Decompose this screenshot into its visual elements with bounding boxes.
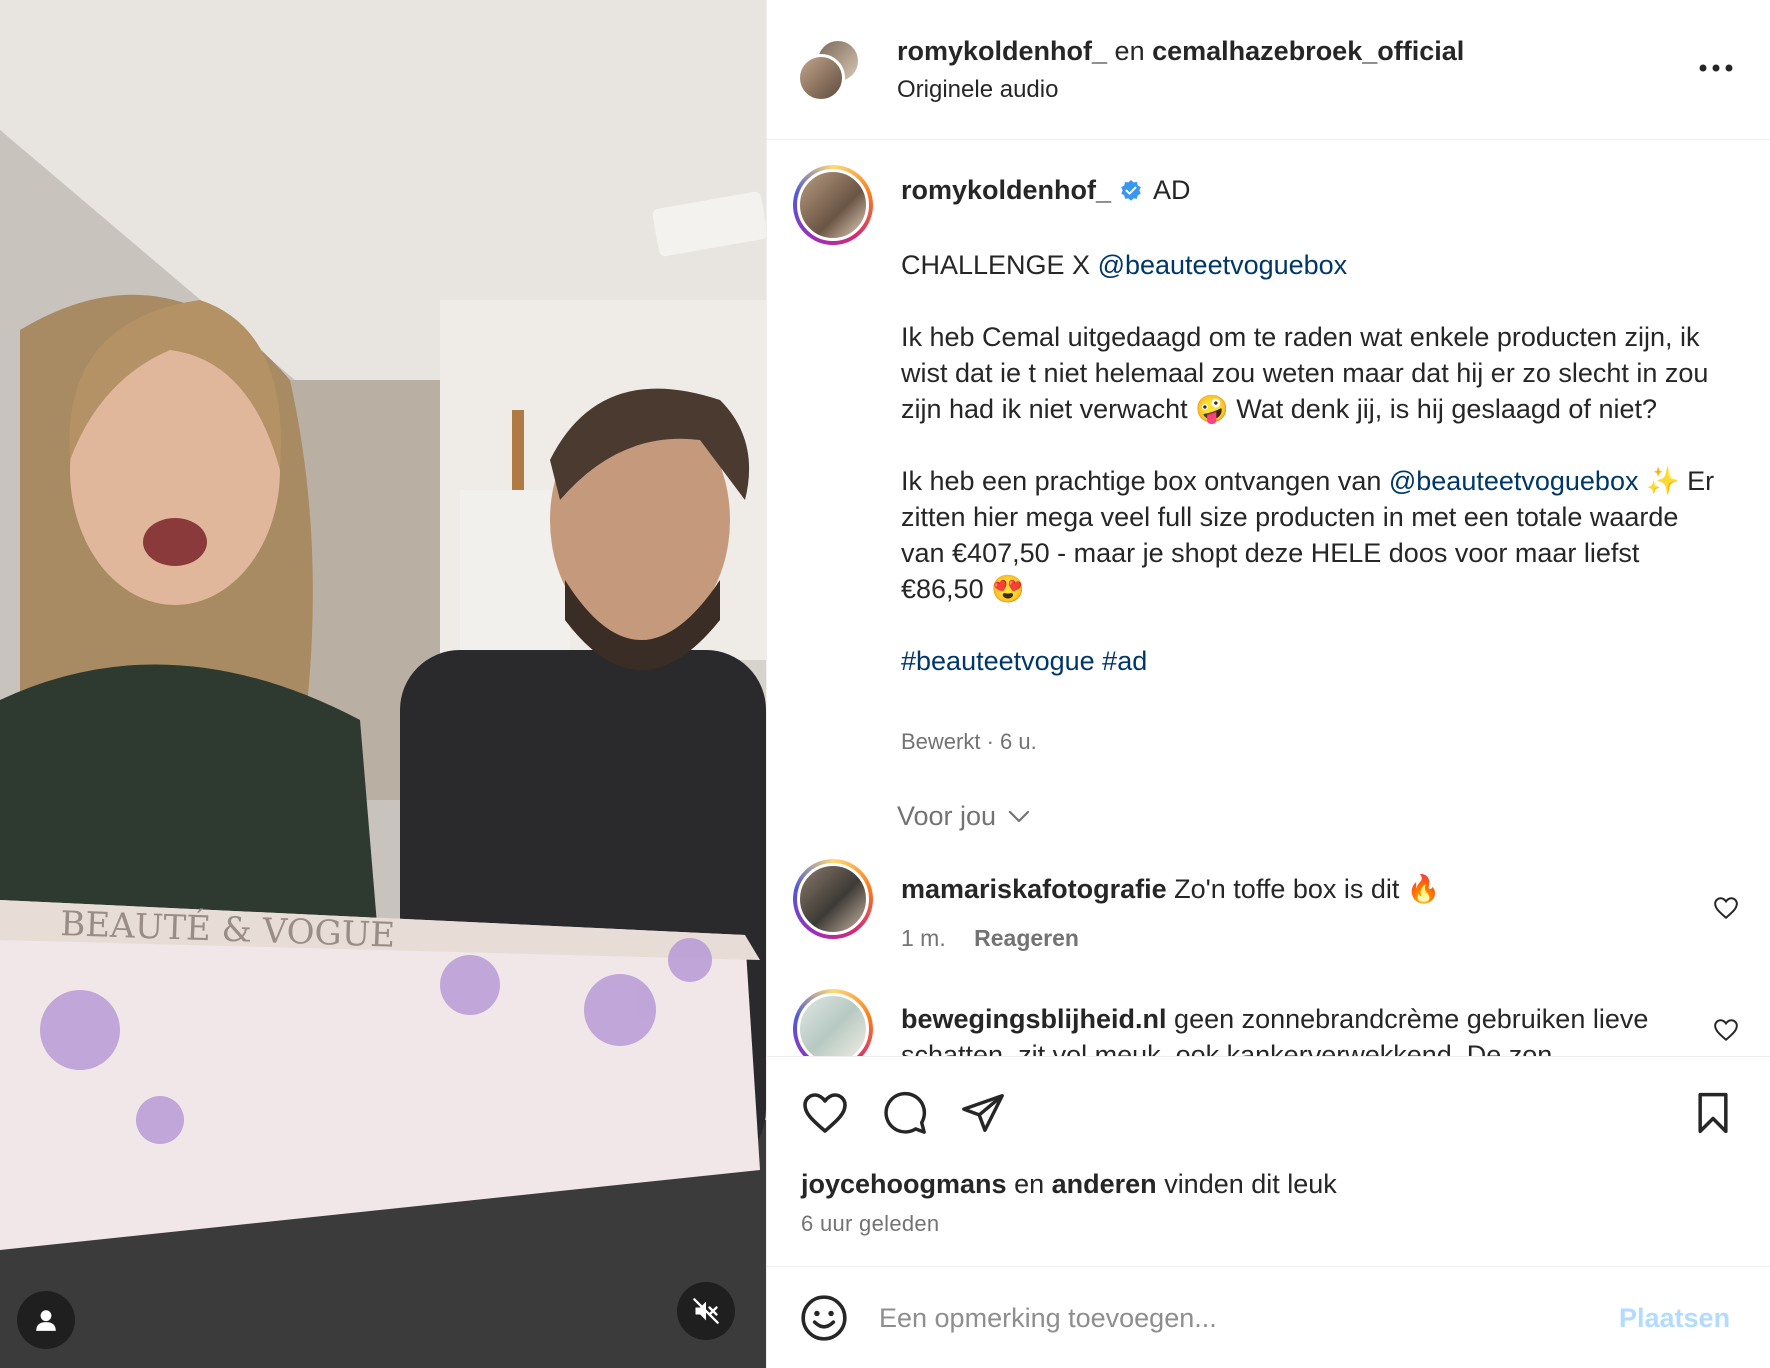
comments-scroll-area[interactable]: romykoldenhof_ AD CHALLENGE X @beauteetv… [767,141,1770,1056]
caption-paragraph: Ik heb Cemal uitgedaagd om te raden wat … [901,322,1709,424]
collab-title: romykoldenhof_ en cemalhazebroek_officia… [897,36,1464,67]
audio-link[interactable]: Originele audio [897,76,1058,104]
post-panel: romykoldenhof_ en cemalhazebroek_officia… [766,0,1770,1368]
likes-suffix: vinden dit leuk [1164,1169,1337,1199]
comment-username[interactable]: bewegingsblijheid.nl [901,1004,1167,1034]
bookmark-icon [1698,1092,1728,1134]
caption-username[interactable]: romykoldenhof_ [901,175,1111,206]
likes-joiner: en [1014,1169,1045,1199]
comment-like-icon[interactable] [1713,1017,1739,1043]
heart-icon [803,1093,847,1133]
comment-meta: 1 m. Reageren [901,925,1079,952]
header-joiner: en [1114,36,1145,66]
avatar [797,54,845,102]
comment-avatar[interactable] [793,989,873,1056]
likes-summary: joycehoogmans en anderen vinden dit leuk [801,1169,1337,1200]
speaker-muted-icon [693,1298,719,1324]
caption-text: CHALLENGE X @beauteetvoguebox Ik heb Cem… [901,247,1721,679]
header-user-link[interactable]: cemalhazebroek_official [1152,36,1464,66]
video-frame: BEAUTÉ & VOGUE [0,0,766,1368]
collab-avatars[interactable] [797,38,869,102]
post-comment-button[interactable]: Plaatsen [1619,1303,1730,1334]
likes-others-link[interactable]: anderen [1052,1169,1157,1199]
comment-composer: Plaatsen [767,1266,1770,1368]
liker-username[interactable]: joycehoogmans [801,1169,1007,1199]
comment-username[interactable]: mamariskafotografie [901,874,1167,904]
paper-plane-icon [962,1094,1004,1132]
reply-button[interactable]: Reageren [974,925,1079,951]
caption-line: CHALLENGE X [901,250,1098,280]
like-button[interactable] [799,1087,851,1139]
comment-text: mamariskafotografie Zo'n toffe box is di… [901,871,1691,907]
comment-text: bewegingsblijheid.nl geen zonnebrandcrèm… [901,1001,1691,1056]
comment-bubble-icon [884,1091,927,1134]
post-actions: joycehoogmans en anderen vinden dit leuk… [767,1056,1770,1266]
user-icon [36,1310,56,1331]
comment-button[interactable] [879,1087,931,1139]
more-options-button[interactable] [1691,50,1741,86]
post-timestamp[interactable]: 6 uur geleden [801,1211,939,1237]
video-player[interactable]: BEAUTÉ & VOGUE [0,0,766,1368]
hashtags[interactable]: #beauteetvogue #ad [901,643,1721,679]
save-button[interactable] [1687,1087,1739,1139]
comment-time: 1 m. [901,925,946,951]
comment-sort-dropdown[interactable]: Voor jou [897,801,1030,832]
comment-input[interactable] [879,1293,1579,1343]
post-header: romykoldenhof_ en cemalhazebroek_officia… [767,0,1770,140]
sort-label: Voor jou [897,801,997,831]
caption-paragraph: Ik heb een prachtige box ontvangen van [901,466,1389,496]
comment-item: bewegingsblijheid.nl geen zonnebrandcrèm… [767,989,1770,1056]
more-icon [1699,64,1733,72]
mention-link[interactable]: @beauteetvoguebox [1389,466,1639,496]
comment-body: Zo'n toffe box is dit 🔥 [1174,874,1441,904]
caption-header: romykoldenhof_ AD [901,175,1191,206]
verified-badge-icon [1121,179,1141,201]
comment-like-icon[interactable] [1713,895,1739,921]
emoji-icon[interactable] [799,1293,849,1343]
caption-meta: Bewerkt · 6 u. [901,729,1037,754]
share-button[interactable] [957,1087,1009,1139]
header-user-link[interactable]: romykoldenhof_ [897,36,1107,66]
comment-avatar[interactable] [793,859,873,939]
ad-label: AD [1153,175,1191,205]
tagged-users-button[interactable] [17,1291,75,1349]
chevron-down-icon [1008,810,1030,822]
mute-button[interactable] [677,1282,735,1340]
caption-avatar[interactable] [793,165,873,245]
mention-link[interactable]: @beauteetvoguebox [1098,250,1348,280]
